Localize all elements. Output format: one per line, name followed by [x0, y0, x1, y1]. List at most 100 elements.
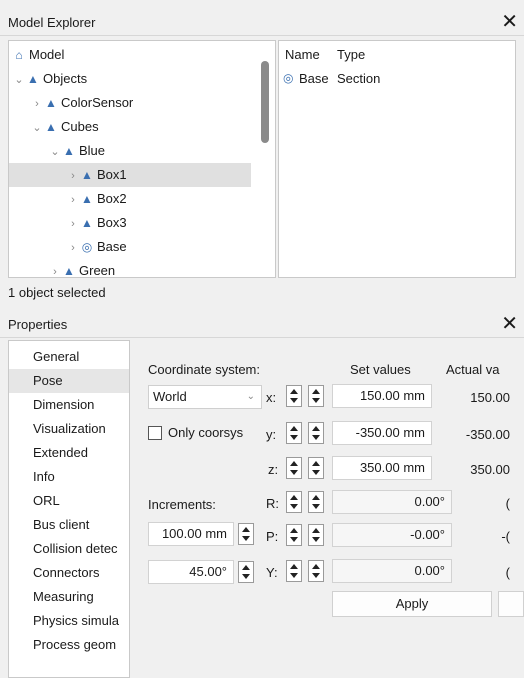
set-values-header: Set values [350, 362, 411, 377]
apply-button[interactable]: Apply [332, 591, 492, 617]
p-stepper-right[interactable] [308, 524, 324, 546]
tab-connectors[interactable]: Connectors [9, 561, 129, 585]
increment-linear-stepper[interactable] [238, 523, 254, 545]
r-actual-value: ( [505, 496, 510, 511]
tab-extended[interactable]: Extended [9, 441, 129, 465]
r-stepper-left[interactable] [286, 491, 302, 513]
arrow-down-icon [242, 574, 250, 579]
tree-item-green[interactable]: › ▲ Green [9, 259, 251, 278]
model-explorer-title: Model Explorer [8, 15, 96, 30]
detail-row-type: Section [337, 71, 381, 86]
tab-physics-simulation[interactable]: Physics simula [9, 609, 129, 633]
tree-item-blue[interactable]: ⌄ ▲ Blue [9, 139, 251, 163]
z-stepper-left[interactable] [286, 457, 302, 479]
secondary-button[interactable] [498, 591, 524, 617]
z-actual-value: 350.00 [470, 462, 510, 477]
arrow-down-icon [242, 536, 250, 541]
z-stepper-right[interactable] [308, 457, 324, 479]
chevron-right-icon[interactable]: › [49, 260, 61, 277]
tree-scrollbar[interactable] [261, 61, 269, 143]
object-icon: ▲ [63, 264, 75, 278]
tree-item-base[interactable]: › ◎ Base [9, 235, 251, 259]
tab-collision-detection[interactable]: Collision detec [9, 537, 129, 561]
tab-process-geometry[interactable]: Process geom [9, 633, 129, 657]
column-header-type[interactable]: Type [337, 47, 365, 62]
x-stepper-left[interactable] [286, 385, 302, 407]
close-icon[interactable]: ✕ [501, 12, 518, 32]
object-tree[interactable]: ⌂ Model ⌄ ▲ Objects › ▲ ColorSensor ⌄ ▲ Cubes ⌄… [8, 40, 276, 278]
tree-item-colorsensor[interactable]: › ▲ ColorSensor [9, 91, 251, 115]
chevron-down-icon[interactable]: ⌄ [13, 68, 25, 92]
y-stepper-left[interactable] [286, 422, 302, 444]
object-icon: ▲ [81, 216, 93, 230]
x-stepper-right[interactable] [308, 385, 324, 407]
tab-pose[interactable]: Pose [9, 369, 129, 393]
x-actual-value: 150.00 [470, 390, 510, 405]
tree-item-box3[interactable]: › ▲ Box3 [9, 211, 251, 235]
tree-item-objects[interactable]: ⌄ ▲ Objects [9, 67, 251, 91]
r-set-value[interactable]: 0.00° [332, 490, 452, 514]
property-tabs: General Pose Dimension Visualization Ext… [8, 340, 130, 678]
axis-label-r: R: [266, 496, 279, 511]
tab-dimension[interactable]: Dimension [9, 393, 129, 417]
y-set-value[interactable]: -350.00 mm [332, 421, 432, 445]
chevron-right-icon[interactable]: › [67, 164, 79, 188]
increment-angular-field[interactable]: 45.00° [148, 560, 234, 584]
tree-item-box1[interactable]: › ▲ Box1 [9, 163, 251, 187]
p-stepper-left[interactable] [286, 524, 302, 546]
tab-info[interactable]: Info [9, 465, 129, 489]
coordinate-system-label: Coordinate system: [148, 362, 260, 377]
tree-item-cubes[interactable]: ⌄ ▲ Cubes [9, 115, 251, 139]
increment-linear-field[interactable]: 100.00 mm [148, 522, 234, 546]
increment-angular-stepper[interactable] [238, 561, 254, 583]
r-stepper-right[interactable] [308, 491, 324, 513]
chevron-down-icon[interactable]: ⌄ [49, 140, 61, 164]
properties-title: Properties [8, 317, 68, 332]
objects-icon: ▲ [27, 72, 39, 86]
arrow-up-icon [242, 565, 250, 570]
tab-visualization[interactable]: Visualization [9, 417, 129, 441]
yaw-set-value[interactable]: 0.00° [332, 559, 452, 583]
chevron-right-icon[interactable]: › [67, 188, 79, 212]
z-set-value[interactable]: 350.00 mm [332, 456, 432, 480]
tab-measuring[interactable]: Measuring [9, 585, 129, 609]
tree-item-model[interactable]: ⌂ Model [9, 43, 251, 67]
arrow-up-icon [242, 527, 250, 532]
model-icon: ⌂ [15, 48, 23, 62]
x-set-value[interactable]: 150.00 mm [332, 384, 432, 408]
object-icon: ▲ [81, 168, 93, 182]
axis-label-p: P: [266, 529, 279, 544]
only-coorsys-checkbox[interactable] [148, 426, 162, 440]
detail-list[interactable]: Name Type ◎ Base Section [278, 40, 516, 278]
close-icon[interactable]: ✕ [501, 314, 518, 334]
y-actual-value: -350.00 [465, 427, 510, 442]
axis-label-z: z: [268, 462, 279, 477]
model-explorer-header: Model Explorer ✕ [0, 10, 524, 36]
chevron-down-icon[interactable]: ⌄ [31, 116, 43, 140]
tab-general[interactable]: General [9, 345, 129, 369]
chevron-right-icon[interactable]: › [67, 212, 79, 236]
y-stepper-right[interactable] [308, 422, 324, 444]
section-icon: ◎ [81, 240, 93, 254]
object-icon: ▲ [63, 144, 75, 158]
tree-item-box2[interactable]: › ▲ Box2 [9, 187, 251, 211]
actual-values-header: Actual va [446, 362, 500, 377]
axis-label-x: x: [266, 390, 277, 405]
p-set-value[interactable]: -0.00° [332, 523, 452, 547]
coordinate-system-select[interactable]: World ⌄ [148, 385, 262, 409]
yaw-stepper-right[interactable] [308, 560, 324, 582]
tab-bus-client[interactable]: Bus client [9, 513, 129, 537]
axis-label-yaw: Y: [266, 565, 278, 580]
yaw-stepper-left[interactable] [286, 560, 302, 582]
properties-header: Properties ✕ [0, 312, 524, 338]
increments-label: Increments: [148, 497, 216, 512]
object-icon: ▲ [45, 96, 57, 110]
column-header-name[interactable]: Name [285, 47, 320, 62]
chevron-right-icon[interactable]: › [67, 236, 79, 260]
chevron-right-icon[interactable]: › [31, 92, 43, 116]
selection-status: 1 object selected [8, 285, 106, 300]
detail-row-name[interactable]: Base [299, 71, 329, 86]
tab-orl[interactable]: ORL [9, 489, 129, 513]
section-icon: ◎ [283, 71, 294, 85]
p-actual-value: -( [501, 529, 510, 544]
